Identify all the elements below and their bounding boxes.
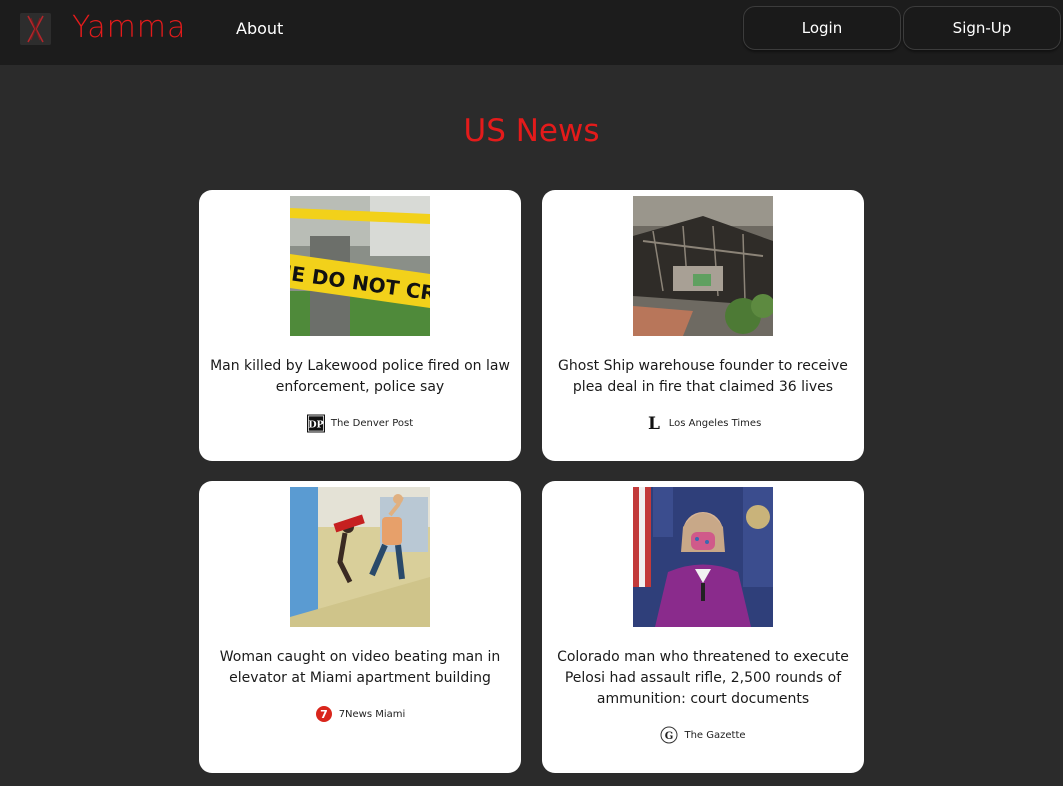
page-title: US News: [463, 113, 600, 149]
la-times-logo-icon: L: [645, 414, 663, 432]
article-title[interactable]: Ghost Ship warehouse founder to receive …: [552, 356, 854, 398]
login-button[interactable]: Login: [743, 6, 901, 50]
brand-name[interactable]: Yamma: [72, 10, 186, 45]
burned-warehouse-image[interactable]: [633, 196, 773, 336]
gazette-logo-icon: G: [660, 726, 678, 744]
gazette-logo-text: G: [665, 731, 674, 742]
denver-post-logo-icon: DP: [306, 414, 325, 432]
article-source-name: Los Angeles Times: [668, 417, 762, 429]
article-source: L Los Angeles Times: [542, 414, 864, 432]
news-card[interactable]: LINE DO NOT CROS Man killed by Lakewood …: [199, 190, 521, 461]
nav-about-link[interactable]: About: [236, 19, 283, 38]
top-navbar: Yamma About Login Sign-Up: [0, 0, 1063, 65]
denver-post-logo-text: DP: [308, 419, 323, 430]
crime-scene-tape-image[interactable]: LINE DO NOT CROS: [290, 196, 430, 336]
article-title[interactable]: Man killed by Lakewood police fired on l…: [209, 356, 511, 398]
article-title[interactable]: Woman caught on video beating man in ele…: [209, 647, 511, 689]
la-times-logo-text: L: [648, 414, 660, 432]
article-title[interactable]: Colorado man who threatened to execute P…: [552, 647, 854, 710]
elevator-video-still-image[interactable]: [290, 487, 430, 627]
signup-button[interactable]: Sign-Up: [903, 6, 1061, 50]
brand-logo-icon[interactable]: [20, 13, 51, 45]
7news-logo-icon: 7: [315, 705, 333, 723]
7news-logo-text: 7: [320, 708, 328, 721]
news-card[interactable]: Ghost Ship warehouse founder to receive …: [542, 190, 864, 461]
news-card[interactable]: Colorado man who threatened to execute P…: [542, 481, 864, 773]
news-card[interactable]: Woman caught on video beating man in ele…: [199, 481, 521, 773]
article-source: DP The Denver Post: [199, 414, 521, 432]
article-source: G The Gazette: [542, 726, 864, 744]
article-source-name: 7News Miami: [338, 708, 406, 720]
article-source: 7 7News Miami: [199, 705, 521, 723]
pelosi-press-conference-image[interactable]: [633, 487, 773, 627]
article-source-name: The Gazette: [684, 729, 746, 741]
article-source-name: The Denver Post: [330, 417, 414, 429]
